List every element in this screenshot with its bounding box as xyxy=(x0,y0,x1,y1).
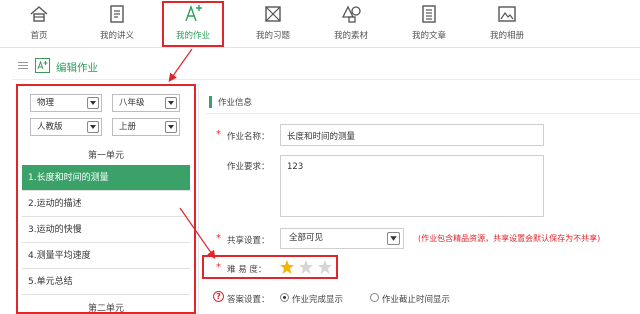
homework-icon xyxy=(185,4,202,22)
nav-label-material: 我的素材 xyxy=(333,31,368,41)
help-icon[interactable]: ? xyxy=(213,291,224,302)
unit-title[interactable]: 第二单元 xyxy=(18,301,194,312)
grade-select-value: 八年级 xyxy=(119,98,145,108)
chapter-panel: 物理 八年级 人教版 上册 第一单元 1.长度和时间的测量 2.运动的描述 3.… xyxy=(16,84,196,314)
nav-item-lecture[interactable]: 我的讲义 xyxy=(86,3,148,47)
document-icon xyxy=(110,5,124,23)
subject-select[interactable]: 物理 xyxy=(30,94,102,112)
annotation-arrow xyxy=(168,48,193,82)
divider xyxy=(205,113,640,114)
nav-label-home: 首页 xyxy=(30,31,48,41)
chevron-down-icon xyxy=(87,97,99,109)
nav-item-album[interactable]: 我的相册 xyxy=(476,3,538,47)
divider xyxy=(12,79,640,80)
answer-option-label: 作业完成显示 xyxy=(292,295,344,305)
homework-requirement-textarea[interactable]: 123 xyxy=(280,155,544,217)
material-icon xyxy=(341,5,361,23)
edit-homework-icon xyxy=(35,58,50,73)
homework-name-label: 作业名称： xyxy=(227,132,270,142)
lesson-item[interactable]: 4.测量平均速度 xyxy=(22,243,190,269)
grade-select[interactable]: 八年级 xyxy=(112,94,180,112)
article-icon xyxy=(422,5,436,23)
share-setting-select[interactable]: 全部可见 xyxy=(280,228,404,249)
volume-select[interactable]: 上册 xyxy=(112,118,180,136)
chevron-down-icon xyxy=(87,121,99,133)
nav-item-material[interactable]: 我的素材 xyxy=(320,3,382,47)
edition-select[interactable]: 人教版 xyxy=(30,118,102,136)
answer-option-radio[interactable] xyxy=(280,293,289,302)
lesson-item[interactable]: 2.运动的描述 xyxy=(22,191,190,217)
lesson-item[interactable]: 5.单元总结 xyxy=(22,269,190,295)
section-title: 作业信息 xyxy=(218,98,253,108)
nav-item-article[interactable]: 我的文章 xyxy=(398,3,460,47)
subject-select-value: 物理 xyxy=(37,98,55,108)
nav-label-lecture: 我的讲义 xyxy=(99,31,134,41)
share-setting-label: 共享设置： xyxy=(227,236,270,246)
exercise-icon xyxy=(265,6,281,22)
share-setting-value: 全部可见 xyxy=(289,233,324,243)
nav-label-article: 我的文章 xyxy=(411,31,446,41)
collapse-handle-icon[interactable] xyxy=(18,62,28,70)
chevron-down-icon xyxy=(387,232,400,245)
volume-select-value: 上册 xyxy=(119,122,137,132)
required-mark: * xyxy=(216,129,221,140)
homework-requirement-label: 作业要求： xyxy=(227,162,270,172)
unit-title[interactable]: 第一单元 xyxy=(18,148,194,161)
difficulty-label: 难 易 度： xyxy=(227,265,267,275)
lesson-item-active[interactable]: 1.长度和时间的测量 xyxy=(22,165,190,191)
home-icon xyxy=(30,6,48,22)
answer-option-label: 作业截止时间显示 xyxy=(382,295,451,305)
star-icon[interactable] xyxy=(298,259,314,275)
page-title: 编辑作业 xyxy=(56,62,98,74)
star-icon[interactable] xyxy=(317,259,333,275)
chevron-down-icon xyxy=(165,97,177,109)
required-mark: * xyxy=(216,262,221,273)
top-navigation: 首页 我的讲义 我的作业 我的习题 我的素材 我的文章 我的相册 xyxy=(0,0,640,48)
homework-name-input[interactable]: 长度和时间的测量 xyxy=(280,124,544,146)
share-setting-note: (作业包含精品资源，共享设置会默认保存为不共享) xyxy=(418,234,601,243)
divider xyxy=(198,84,199,314)
nav-item-exercise[interactable]: 我的习题 xyxy=(242,3,304,47)
edition-select-value: 人教版 xyxy=(37,122,63,132)
nav-label-album: 我的相册 xyxy=(489,31,524,41)
nav-item-home[interactable]: 首页 xyxy=(8,3,70,47)
answer-setting-label: 答案设置： xyxy=(227,295,270,305)
lesson-item[interactable]: 3.运动的快慢 xyxy=(22,217,190,243)
nav-label-homework: 我的作业 xyxy=(175,31,210,41)
album-icon xyxy=(498,6,516,22)
section-marker xyxy=(209,96,212,108)
nav-label-exercise: 我的习题 xyxy=(255,31,290,41)
nav-item-homework[interactable]: 我的作业 xyxy=(162,1,224,47)
answer-option-radio[interactable] xyxy=(370,293,379,302)
chevron-down-icon xyxy=(165,121,177,133)
required-mark: * xyxy=(216,233,221,244)
star-icon[interactable] xyxy=(279,259,295,275)
